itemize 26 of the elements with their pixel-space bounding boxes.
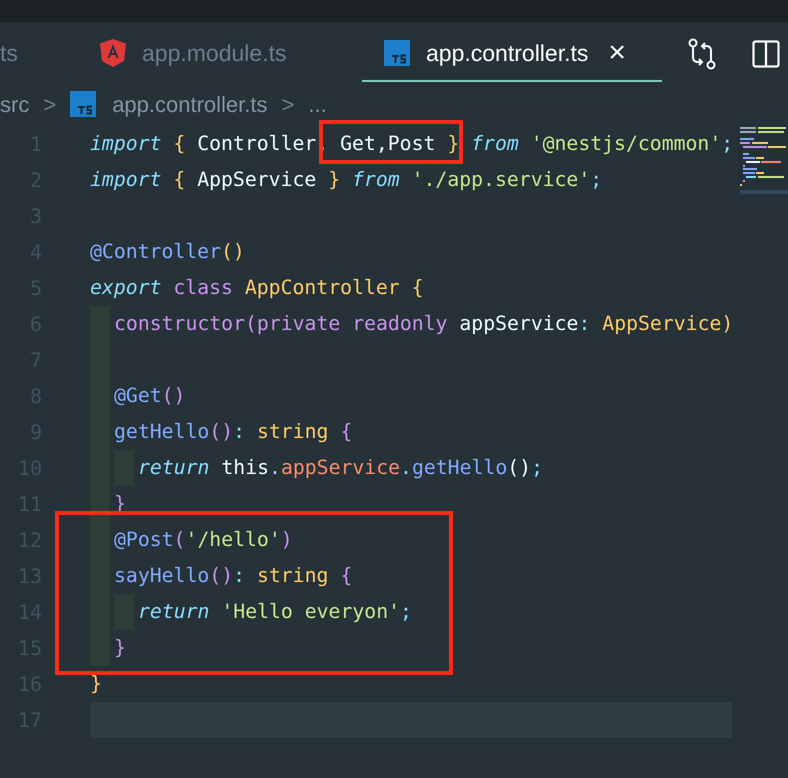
code-line: } <box>114 635 126 662</box>
code-line: constructor(private readonly appService: AppService) <box>114 311 734 338</box>
split-editor-icon[interactable] <box>752 40 780 68</box>
code-line: return this.appService.getHello(); <box>138 455 543 482</box>
angular-shield-icon <box>100 39 126 67</box>
breadcrumb-separator: > <box>43 90 56 118</box>
breadcrumb-item[interactable]: src <box>0 88 30 120</box>
code-line: export class AppController { <box>90 275 424 302</box>
code-line: import { AppService } from './app.service'; <box>90 167 602 194</box>
editor-tab[interactable]: ts <box>0 22 92 84</box>
editor-tab[interactable]: app.controller.ts × <box>362 22 662 84</box>
code-line: @Controller() <box>90 239 245 266</box>
editor-tab[interactable]: app.module.ts <box>92 22 362 84</box>
code-line: } <box>90 671 102 698</box>
code-line: getHello(): string { <box>114 419 352 446</box>
close-tab-button[interactable]: × <box>608 38 626 68</box>
code-line: @Get() <box>114 383 186 410</box>
compare-changes-icon[interactable] <box>688 38 716 70</box>
code-line: @Post('/hello') <box>114 527 293 554</box>
code-line: sayHello(): string { <box>114 563 352 590</box>
breadcrumb-item[interactable]: ... <box>308 88 327 120</box>
code-line: return 'Hello everyon'; <box>138 599 412 626</box>
breadcrumb-item[interactable]: app.controller.ts <box>70 88 268 120</box>
typescript-file-icon <box>70 91 96 117</box>
breadcrumb-separator: > <box>282 90 294 118</box>
typescript-file-icon <box>384 40 410 66</box>
